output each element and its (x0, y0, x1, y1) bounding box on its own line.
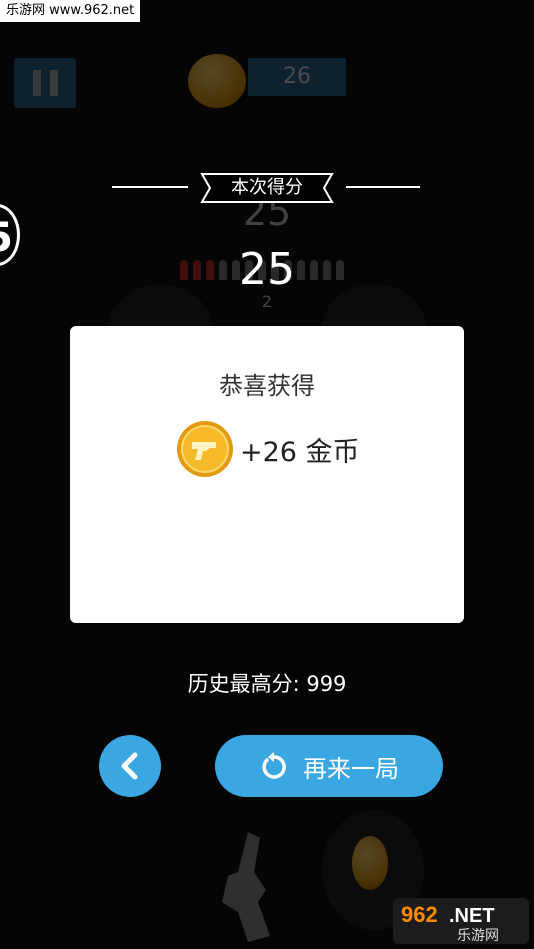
back-button[interactable] (99, 735, 161, 797)
svg-text:.NET: .NET (449, 905, 495, 927)
best-score-label: 历史最高分: 999 (187, 672, 347, 696)
banner-label: 本次得分 (231, 177, 303, 198)
score-value: 25 (239, 244, 295, 295)
svg-text:乐游网: 乐游网 (457, 928, 499, 944)
coin-icon (188, 54, 246, 108)
reward-amount: +26 金币 (240, 436, 360, 468)
replay-label: 再来一局 (303, 754, 399, 783)
reward-card: 恭喜获得 +26 金币 (70, 326, 464, 623)
game-over-screen: 26 25 2 5 乐游网 www.962.net 本次得分 25 恭喜获得 (0, 0, 534, 949)
watermark-top: 乐游网 www.962.net (0, 0, 141, 22)
reward-title: 恭喜获得 (219, 372, 315, 400)
chevron-left-icon (121, 752, 138, 780)
coin-icon (177, 421, 233, 477)
refresh-icon (262, 752, 286, 779)
replay-button[interactable]: 再来一局 (215, 735, 443, 797)
coin-counter: 26 (248, 58, 346, 96)
pause-button (14, 58, 76, 108)
revolver-icon (222, 832, 270, 942)
svg-text:962: 962 (401, 902, 438, 927)
reward-row: +26 金币 (176, 420, 360, 478)
score-banner: 本次得分 (200, 173, 334, 203)
banner-divider-right (346, 186, 420, 188)
watermark-logo: 962 .NET 乐游网 (393, 898, 529, 944)
banner-divider-left (112, 186, 188, 188)
coin-icon (352, 836, 388, 890)
